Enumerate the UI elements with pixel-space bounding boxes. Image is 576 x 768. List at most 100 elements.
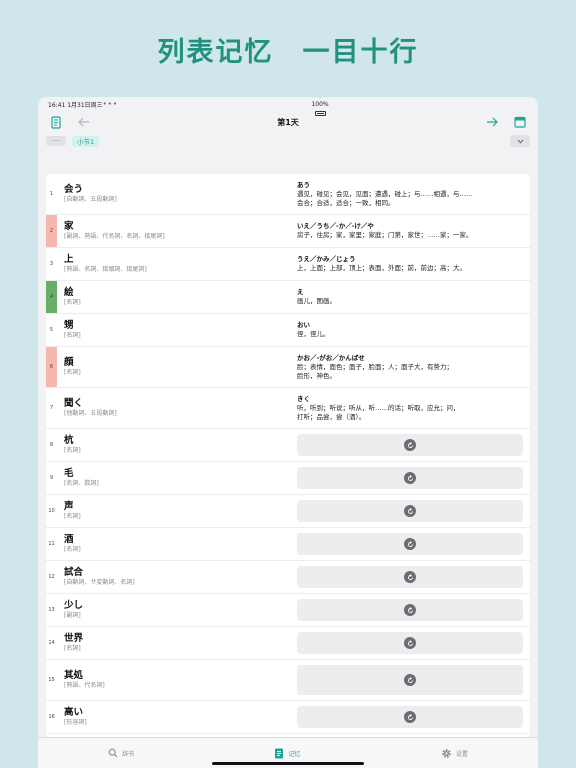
row-index: 2	[46, 215, 57, 247]
word-text: 絵	[64, 287, 74, 298]
word-text: 酒	[64, 534, 74, 545]
word-meaning: 侄，侄儿。	[297, 330, 330, 338]
word-meaning: 画儿，图画。	[297, 297, 336, 305]
table-row[interactable]: 14 世界 [名詞]	[46, 627, 530, 660]
word-pos: [名詞]	[64, 645, 81, 652]
table-row[interactable]: 11 酒 [名詞]	[46, 528, 530, 561]
word-pos: [名詞]	[64, 299, 81, 306]
app-window: 16:41 1月31日周三 ••• 100% 第1天 ··· 小节1 1 会う …	[38, 97, 538, 768]
reveal-meaning-button[interactable]	[297, 566, 523, 588]
status-date: 1月31日周三	[67, 101, 103, 109]
reveal-meaning-button[interactable]	[297, 665, 523, 695]
word-reading: あう	[297, 180, 310, 189]
reveal-meaning-button[interactable]	[297, 434, 523, 456]
table-row[interactable]: 3 上 [熟語、名詞、接頭詞、接尾詞] うえ／かみ／じょう 上，上面；上部，顶上；表…	[46, 248, 530, 281]
word-meaning: 脸；表情，面色；面子，脸面；人；面子大，有势力；	[297, 362, 453, 371]
word-pos: [他動詞、五段動詞]	[64, 410, 117, 417]
word-text: 其処	[64, 670, 84, 681]
table-row[interactable]: 13 少し [副詞]	[46, 594, 530, 627]
search-icon	[108, 748, 118, 758]
reveal-meaning-button[interactable]	[297, 500, 523, 522]
section-chip[interactable]: 小节1	[72, 135, 100, 147]
word-pos: [名詞]	[64, 447, 81, 454]
word-meaning: 打听；品尝，尝（酒）。	[297, 412, 366, 421]
word-pos: [副詞]	[64, 612, 81, 619]
arrow-left-icon[interactable]	[76, 114, 92, 130]
table-row[interactable]: 4 絵 [名詞] え画儿，图画。	[46, 281, 530, 314]
word-meaning: 会合；合适，适合；一致，相同。	[297, 198, 395, 207]
row-index: 15	[48, 677, 55, 683]
word-text: 顔	[64, 357, 74, 368]
table-row[interactable]: 10 声 [名詞]	[46, 495, 530, 528]
word-reading: きく	[297, 394, 310, 403]
word-reading: いえ／うち／-か／-け／や	[297, 222, 374, 230]
reveal-icon	[404, 711, 416, 723]
word-pos: [名詞]	[64, 369, 81, 376]
list-scroll-icon[interactable]	[48, 114, 64, 130]
tab-dictionary[interactable]: 辞书	[108, 748, 134, 758]
table-row[interactable]: 9 毛 [名詞、数詞]	[46, 462, 530, 495]
reveal-meaning-button[interactable]	[297, 467, 523, 489]
reveal-icon	[404, 505, 416, 517]
word-text: 会う	[64, 184, 84, 195]
table-row[interactable]: 5 甥 [名詞] おい 侄，侄儿。	[46, 314, 530, 347]
row-index: 3	[49, 261, 54, 267]
arrow-right-icon[interactable]	[484, 114, 500, 130]
table-row[interactable]: 16 高い [形容詞]	[46, 701, 530, 734]
row-index: 11	[48, 541, 55, 547]
page-title: 第1天	[277, 117, 299, 127]
word-pos: [熟語、名詞、接頭詞、接尾詞]	[64, 266, 147, 273]
word-pos: [熟語、代名詞]	[64, 682, 105, 689]
table-row[interactable]: 1 会う [自動詞、五段動詞] あう 遇见，碰见；会见，见面；遭遇，碰上；与……相遇…	[46, 174, 530, 215]
nav-bar: 第1天	[38, 111, 538, 133]
reveal-meaning-button[interactable]	[297, 632, 523, 654]
word-meaning: 听，听到；听说；听从，听……的话；听取，应允；问，	[297, 403, 460, 412]
word-reading: おい	[297, 321, 310, 329]
row-index: 1	[49, 191, 54, 197]
word-text: 世界	[64, 633, 84, 644]
multitask-dots-icon[interactable]: •••	[103, 100, 118, 108]
calendar-icon[interactable]	[512, 114, 528, 130]
row-index: 5	[49, 327, 54, 333]
word-pos: [副詞、熟語、代名詞、名詞、接尾詞]	[64, 233, 165, 240]
table-row[interactable]: 6 顔 [名詞] かお／-がお／かんばせ 脸；表情，面色；面子，脸面；人；面子大，有…	[46, 347, 530, 388]
status-time: 16:41	[48, 101, 66, 109]
row-index: 14	[48, 640, 55, 646]
word-pos: [名詞]	[64, 332, 81, 339]
reveal-icon	[404, 538, 416, 550]
reveal-icon	[404, 571, 416, 583]
reveal-meaning-button[interactable]	[297, 706, 523, 728]
word-text: 毛	[64, 468, 74, 479]
word-text: 上	[64, 254, 74, 265]
table-row[interactable]: 8 杭 [名詞]	[46, 429, 530, 462]
tab-label: 辞书	[122, 750, 135, 758]
word-reading: かお／-がお／かんばせ	[297, 353, 365, 362]
word-meaning: 脸形，神色。	[297, 371, 336, 380]
word-text: 試合	[64, 567, 84, 578]
row-index: 10	[48, 508, 55, 514]
reveal-icon	[404, 604, 416, 616]
table-row[interactable]: 12 試合 [自動詞、サ変動詞、名詞]	[46, 561, 530, 594]
row-index: 6	[46, 347, 57, 387]
word-reading: え	[297, 288, 304, 296]
reveal-meaning-button[interactable]	[297, 533, 523, 555]
more-options-button[interactable]: ···	[46, 136, 66, 146]
chevron-down-icon[interactable]	[510, 135, 530, 147]
word-reading: うえ／かみ／じょう	[297, 255, 356, 263]
table-row[interactable]: 15 其処 [熟語、代名詞]	[46, 660, 530, 701]
reveal-icon	[404, 674, 416, 686]
table-row[interactable]: 2 家 [副詞、熟語、代名詞、名詞、接尾詞] いえ／うち／-か／-け／や 房子，住房…	[46, 215, 530, 248]
battery-percent: 100%	[311, 101, 329, 108]
row-index: 4	[46, 281, 57, 313]
tab-settings[interactable]: 设置	[441, 748, 468, 759]
word-list[interactable]: 1 会う [自動詞、五段動詞] あう 遇见，碰见；会见，见面；遭遇，碰上；与……相遇…	[46, 174, 530, 737]
gear-icon	[441, 748, 451, 758]
reveal-meaning-button[interactable]	[297, 599, 523, 621]
tab-memory[interactable]: 记忆	[274, 748, 301, 759]
row-index: 13	[48, 607, 55, 613]
word-text: 聞く	[64, 398, 84, 409]
word-pos: [名詞、数詞]	[64, 480, 99, 487]
word-pos: [名詞]	[64, 513, 81, 520]
word-text: 高い	[64, 707, 84, 718]
table-row[interactable]: 7 聞く [他動詞、五段動詞] きく 听，听到；听说；听从，听……的话；听取，应允；…	[46, 388, 530, 429]
